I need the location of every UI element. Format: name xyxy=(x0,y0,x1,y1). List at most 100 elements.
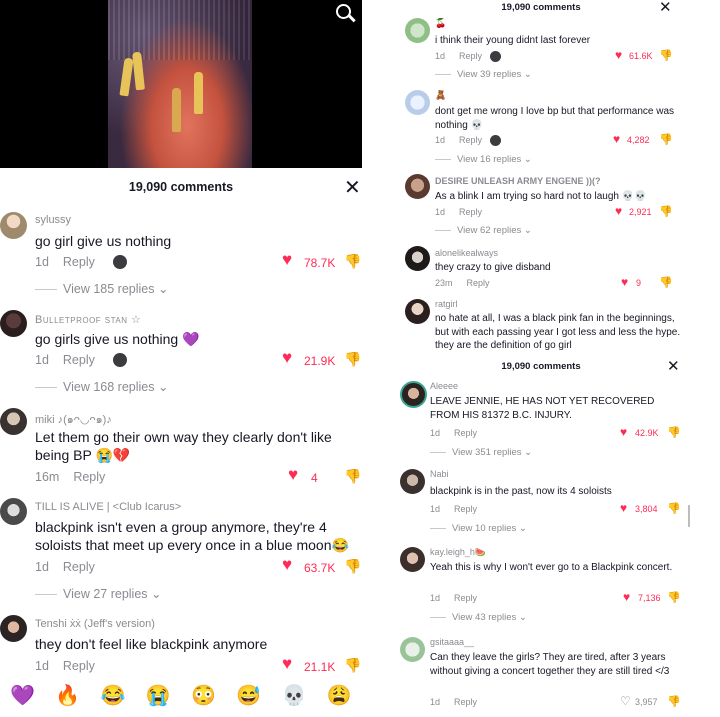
like-heart-icon[interactable]: ♥ xyxy=(615,48,622,62)
like-heart-icon[interactable]: ♥ xyxy=(621,275,628,289)
comment-username[interactable]: alonelikealways xyxy=(435,248,498,258)
like-heart-icon[interactable]: ♥ xyxy=(620,425,627,439)
view-replies-link[interactable]: View 16 replies ⌄ xyxy=(435,154,532,165)
comment-username[interactable]: Aleeee xyxy=(430,381,458,391)
view-replies-link[interactable]: View 10 replies ⌄ xyxy=(430,523,527,534)
avatar[interactable] xyxy=(0,212,27,239)
video-player[interactable] xyxy=(0,0,362,168)
comment-item: TILL IS ALIVE | <Club Icarus> blackpink … xyxy=(0,498,362,608)
view-replies-link[interactable]: View 168 replies ⌄ xyxy=(35,379,168,394)
like-count: 42.9K xyxy=(635,428,659,438)
like-heart-icon[interactable]: ♥ xyxy=(282,555,292,575)
emoji-purple-heart-button[interactable]: 💜 xyxy=(10,683,35,708)
dislike-icon[interactable]: 👎 xyxy=(659,49,673,62)
comment-text: blackpink isn't even a group anymore, th… xyxy=(35,519,349,553)
reply-button[interactable]: Reply xyxy=(454,593,477,603)
dislike-icon[interactable]: 👎 xyxy=(667,591,681,604)
comment-username[interactable]: gsitaaaa__ xyxy=(430,637,474,647)
reply-button[interactable]: Reply xyxy=(63,255,95,269)
like-count: 4 xyxy=(311,471,318,485)
reply-button[interactable]: Reply xyxy=(63,560,95,574)
comment-item: alonelikealways they crazy to give disba… xyxy=(395,246,687,294)
emoji-skull-button[interactable]: 💀 xyxy=(282,683,307,708)
emoji-laughing-button[interactable]: 😂 xyxy=(101,683,126,708)
dislike-icon[interactable]: 👎 xyxy=(667,502,681,515)
like-heart-icon[interactable]: ♥ xyxy=(282,348,292,368)
close-icon[interactable]: ✕ xyxy=(659,0,672,15)
reply-button[interactable]: Reply xyxy=(63,659,95,673)
comment-item: sylussy go girl give us nothing 1d Reply … xyxy=(0,212,362,302)
comment-username[interactable]: Tenshi ẋẋ (Jeff's version) xyxy=(35,618,155,630)
avatar[interactable] xyxy=(0,310,27,337)
avatar[interactable] xyxy=(0,408,27,435)
dislike-icon[interactable]: 👎 xyxy=(659,276,673,289)
avatar[interactable] xyxy=(400,547,425,572)
comment-username[interactable]: DESIRE UNLEASH ARMY ENGENE ))(? xyxy=(435,176,601,186)
avatar[interactable] xyxy=(405,18,430,43)
dislike-icon[interactable]: 👎 xyxy=(659,205,673,218)
avatar[interactable] xyxy=(405,174,430,199)
dislike-icon[interactable]: 👎 xyxy=(659,133,673,146)
like-heart-icon[interactable]: ♥ xyxy=(613,132,620,146)
reply-button[interactable]: Reply xyxy=(459,207,482,217)
avatar[interactable] xyxy=(405,299,430,324)
avatar[interactable] xyxy=(400,469,425,494)
comment-username[interactable]: Bulletproof stan ☆ xyxy=(35,313,141,326)
close-icon[interactable]: ✕ xyxy=(667,359,680,374)
reply-button[interactable]: Reply xyxy=(73,470,105,484)
like-heart-icon[interactable]: ♥ xyxy=(623,590,630,604)
dislike-icon[interactable]: 👎 xyxy=(344,351,361,368)
avatar[interactable] xyxy=(0,615,27,642)
like-heart-icon[interactable]: ♥ xyxy=(282,250,292,270)
comment-username[interactable]: Nabi xyxy=(430,469,449,479)
reply-button[interactable]: Reply xyxy=(467,278,490,288)
comment-item: gsitaaaa__ Can they leave the girls? The… xyxy=(395,635,695,717)
view-replies-link[interactable]: View 43 replies ⌄ xyxy=(430,612,527,623)
like-heart-outline-icon[interactable]: ♡ xyxy=(620,694,631,708)
comment-username[interactable]: TILL IS ALIVE | <Club Icarus> xyxy=(35,501,181,513)
avatar[interactable] xyxy=(405,90,430,115)
avatar[interactable] xyxy=(0,498,27,525)
dislike-icon[interactable]: 👎 xyxy=(667,695,681,708)
like-heart-icon[interactable]: ♥ xyxy=(620,501,627,515)
comment-username[interactable]: kay.leigh_h🍉 xyxy=(430,547,486,558)
emoji-crying-button[interactable]: 😭 xyxy=(146,683,171,708)
reply-button[interactable]: Reply xyxy=(454,697,477,707)
reply-button[interactable]: Reply xyxy=(63,353,95,367)
comment-username[interactable]: ratgirl xyxy=(435,299,458,309)
reply-button[interactable]: Reply xyxy=(459,135,482,145)
dislike-icon[interactable]: 👎 xyxy=(344,558,361,575)
comment-text: Yeah this is why I won't ever go to a Bl… xyxy=(430,562,673,573)
avatar[interactable] xyxy=(400,637,425,662)
creator-avatar-badge xyxy=(113,255,127,269)
emoji-fire-button[interactable]: 🔥 xyxy=(55,683,80,708)
emoji-sweat-smile-button[interactable]: 😅 xyxy=(236,683,261,708)
comment-username[interactable]: sylussy xyxy=(35,214,71,226)
reply-button[interactable]: Reply xyxy=(454,504,477,514)
comment-username[interactable]: miki ♪(๑ᴖ◡ᴖ๑)♪ xyxy=(35,410,112,428)
emoji-weary-button[interactable]: 😩 xyxy=(327,683,352,708)
avatar[interactable] xyxy=(400,381,427,408)
comment-text: dont get me wrong I love bp but that per… xyxy=(435,106,675,131)
emoji-flushed-button[interactable]: 😳 xyxy=(191,683,216,708)
dislike-icon[interactable]: 👎 xyxy=(667,426,681,439)
reply-button[interactable]: Reply xyxy=(459,51,482,61)
view-replies-link[interactable]: View 351 replies ⌄ xyxy=(430,447,532,458)
comment-username[interactable]: 🧸 xyxy=(435,90,446,101)
scrollbar[interactable] xyxy=(688,505,690,527)
view-replies-link[interactable]: View 27 replies ⌄ xyxy=(35,586,162,601)
view-replies-link[interactable]: View 39 replies ⌄ xyxy=(435,69,532,80)
reply-button[interactable]: Reply xyxy=(454,428,477,438)
like-heart-icon[interactable]: ♥ xyxy=(288,465,298,485)
search-icon[interactable] xyxy=(336,4,356,24)
view-replies-link[interactable]: View 62 replies ⌄ xyxy=(435,225,532,236)
close-icon[interactable]: ✕ xyxy=(344,178,361,198)
view-replies-link[interactable]: View 185 replies ⌄ xyxy=(35,281,168,296)
avatar[interactable] xyxy=(405,246,430,271)
comment-username[interactable]: 🍒 xyxy=(435,18,446,29)
dislike-icon[interactable]: 👎 xyxy=(344,657,361,674)
dislike-icon[interactable]: 👎 xyxy=(344,468,361,485)
like-heart-icon[interactable]: ♥ xyxy=(615,204,622,218)
dislike-icon[interactable]: 👎 xyxy=(344,253,361,270)
like-heart-icon[interactable]: ♥ xyxy=(282,654,292,674)
